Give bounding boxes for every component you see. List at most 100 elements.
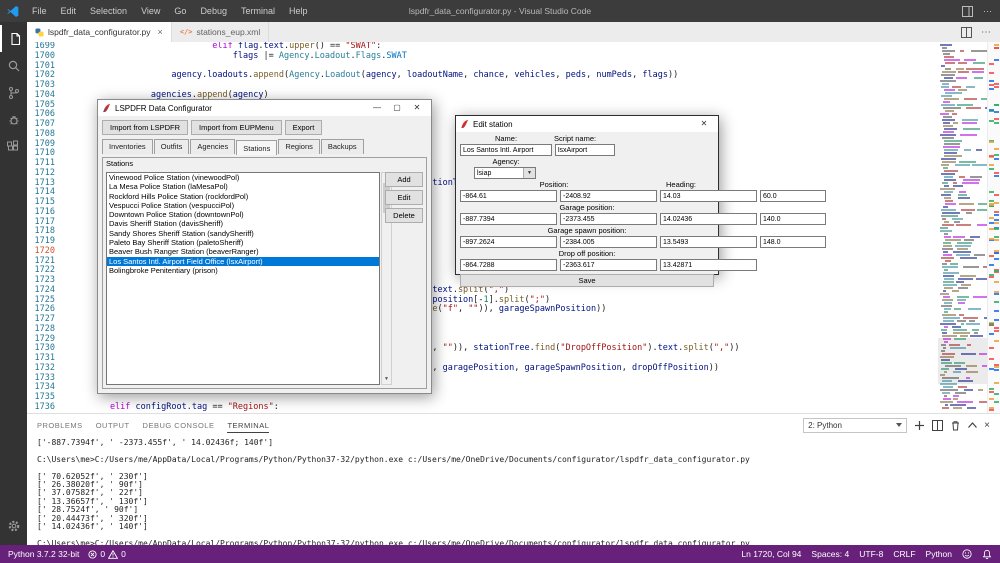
- terminal-line: C:\Users\me>C:/Users/me/AppData/Local/Pr…: [37, 456, 1000, 464]
- position-y-field[interactable]: [560, 190, 657, 202]
- status-item[interactable]: Spaces: 4: [811, 549, 849, 559]
- list-item[interactable]: Vinewood Police Station (vinewoodPol): [107, 173, 379, 182]
- configurator-tab-regions[interactable]: Regions: [278, 139, 320, 154]
- menu-terminal[interactable]: Terminal: [234, 0, 282, 22]
- garage-y-field[interactable]: [560, 213, 657, 225]
- configurator-window: LSPDFR Data Configurator — ▢ ✕ Import fr…: [97, 99, 432, 394]
- garage-heading-field[interactable]: [760, 213, 826, 225]
- edit-station-title-bar[interactable]: Edit station ✕: [456, 116, 718, 132]
- tab-lspdfr-data-configurator[interactable]: lspdfr_data_configurator.py ×: [27, 22, 172, 42]
- settings-gear-icon[interactable]: [0, 512, 27, 539]
- terminal-select[interactable]: 2: Python: [803, 418, 907, 433]
- configurator-tab-inventories[interactable]: Inventories: [102, 139, 153, 154]
- panel-tab-terminal[interactable]: TERMINAL: [227, 417, 269, 433]
- panel-tab-problems[interactable]: PROBLEMS: [37, 417, 83, 433]
- garage-spawn-z-field[interactable]: [660, 236, 757, 248]
- minimize-icon[interactable]: —: [367, 100, 387, 116]
- dropoff-x-field[interactable]: [460, 259, 557, 271]
- configurator-tab-outfits[interactable]: Outfits: [154, 139, 190, 154]
- line-number[interactable]: 1736: [27, 403, 55, 413]
- overview-ruler[interactable]: [987, 42, 1000, 413]
- split-terminal-icon[interactable]: [932, 420, 943, 431]
- list-item[interactable]: Beaver Bush Ranger Station (beaverRanger…: [107, 247, 379, 256]
- list-item[interactable]: Bolingbroke Penitentiary (prison): [107, 266, 379, 275]
- new-terminal-icon[interactable]: [914, 420, 925, 431]
- menu-go[interactable]: Go: [167, 0, 193, 22]
- configurator-tab-agencies[interactable]: Agencies: [190, 139, 235, 154]
- close-icon[interactable]: ×: [158, 28, 163, 37]
- add-button[interactable]: Add: [385, 172, 423, 187]
- split-editor-icon[interactable]: [961, 27, 972, 38]
- close-icon[interactable]: ✕: [407, 100, 427, 116]
- explorer-icon[interactable]: [0, 25, 27, 52]
- gutter[interactable]: 1699170017011702170317041705170617071708…: [27, 42, 65, 413]
- list-item[interactable]: Downtown Police Station (downtownPol): [107, 210, 379, 219]
- list-item[interactable]: Paleto Bay Sheriff Station (paletoSherif…: [107, 238, 379, 247]
- more-actions-icon[interactable]: ⋯: [981, 27, 991, 38]
- dropoff-y-field[interactable]: [560, 259, 657, 271]
- position-x-field[interactable]: [460, 190, 557, 202]
- heading-field[interactable]: [760, 190, 826, 202]
- scroll-down-icon[interactable]: ▼: [382, 375, 391, 384]
- menu-help[interactable]: Help: [282, 0, 315, 22]
- status-item[interactable]: UTF-8: [859, 549, 883, 559]
- feedback-smiley-icon[interactable]: [962, 549, 972, 559]
- search-icon[interactable]: [0, 52, 27, 79]
- code-line[interactable]: elif configRoot.tag == "Regions":: [69, 403, 934, 413]
- garage-x-field[interactable]: [460, 213, 557, 225]
- menu-debug[interactable]: Debug: [193, 0, 234, 22]
- list-item[interactable]: Rockford Hills Police Station (rockfordP…: [107, 192, 379, 201]
- close-panel-icon[interactable]: ×: [984, 420, 990, 431]
- python-version-status[interactable]: Python 3.7.2 32-bit: [8, 549, 79, 559]
- save-button[interactable]: Save: [460, 274, 714, 287]
- script-name-field[interactable]: [555, 144, 615, 156]
- import-lspdfr-button[interactable]: Import from LSPDFR: [102, 120, 188, 135]
- layout-toggle-icon[interactable]: [962, 6, 973, 17]
- list-item[interactable]: La Mesa Police Station (laMesaPol): [107, 182, 379, 191]
- terminal-content[interactable]: ['-887.7394f', ' -2373.455f', ' 14.02436…: [27, 436, 1000, 545]
- garage-spawn-x-field[interactable]: [460, 236, 557, 248]
- name-field[interactable]: [460, 144, 552, 156]
- garage-z-field[interactable]: [660, 213, 757, 225]
- code-line[interactable]: agency.loadouts.append(Agency.Loadout(ag…: [69, 71, 934, 81]
- tab-stations-eup[interactable]: </> stations_eup.xml: [172, 22, 269, 42]
- stations-listbox[interactable]: Vinewood Police Station (vinewoodPol)La …: [106, 172, 380, 385]
- panel-tab-output[interactable]: OUTPUT: [96, 417, 130, 433]
- list-item[interactable]: Davis Sheriff Station (davisSheriff): [107, 219, 379, 228]
- code-line[interactable]: flags |= Agency.Loadout.Flags.SWAT: [69, 52, 934, 62]
- configurator-title-bar[interactable]: LSPDFR Data Configurator — ▢ ✕: [98, 100, 431, 116]
- close-icon[interactable]: ✕: [694, 116, 714, 132]
- list-item[interactable]: Vespucci Police Station (vespucciPol): [107, 201, 379, 210]
- minimap[interactable]: [938, 42, 988, 413]
- position-z-field[interactable]: [660, 190, 757, 202]
- garage-spawn-y-field[interactable]: [560, 236, 657, 248]
- panel-tab-debug-console[interactable]: DEBUG CONSOLE: [143, 417, 215, 433]
- menu-file[interactable]: File: [25, 0, 54, 22]
- menu-view[interactable]: View: [134, 0, 167, 22]
- status-item[interactable]: CRLF: [893, 549, 915, 559]
- source-control-icon[interactable]: [0, 79, 27, 106]
- maximize-icon[interactable]: ▢: [387, 100, 407, 116]
- maximize-panel-icon[interactable]: [968, 422, 977, 428]
- garage-spawn-heading-field[interactable]: [760, 236, 826, 248]
- agency-combobox[interactable]: lsiap ▼: [474, 167, 536, 179]
- status-item[interactable]: Python: [926, 549, 952, 559]
- menu-edit[interactable]: Edit: [54, 0, 84, 22]
- edit-button[interactable]: Edit: [385, 190, 423, 205]
- delete-button[interactable]: Delete: [385, 208, 423, 223]
- configurator-tab-stations[interactable]: Stations: [236, 140, 277, 155]
- debug-icon[interactable]: [0, 106, 27, 133]
- configurator-tab-backups[interactable]: Backups: [321, 139, 364, 154]
- kill-terminal-trash-icon[interactable]: [950, 420, 961, 431]
- more-actions-icon[interactable]: ⋯: [983, 6, 992, 17]
- problems-status[interactable]: 0 0: [88, 549, 125, 559]
- notifications-bell-icon[interactable]: [982, 549, 992, 560]
- dropoff-z-field[interactable]: [660, 259, 757, 271]
- extensions-icon[interactable]: [0, 133, 27, 160]
- menu-selection[interactable]: Selection: [83, 0, 134, 22]
- list-item[interactable]: Los Santos Intl. Airport Field Office (l…: [107, 257, 379, 266]
- export-button[interactable]: Export: [285, 120, 323, 135]
- list-item[interactable]: Sandy Shores Sheriff Station (sandySheri…: [107, 229, 379, 238]
- status-item[interactable]: Ln 1720, Col 94: [741, 549, 801, 559]
- import-eupmenu-button[interactable]: Import from EUPMenu: [191, 120, 282, 135]
